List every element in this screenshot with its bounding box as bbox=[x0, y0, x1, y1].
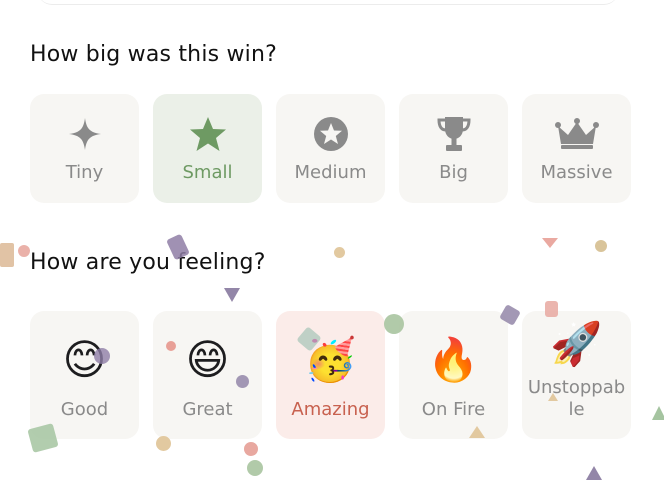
confetti-piece bbox=[244, 442, 258, 456]
feeling-option-unstoppable[interactable]: 🚀 Unstoppable bbox=[522, 311, 631, 439]
star-icon bbox=[189, 114, 227, 154]
feeling-option-good[interactable]: 😊 Good bbox=[30, 311, 139, 439]
trophy-icon bbox=[436, 114, 472, 154]
confetti-piece bbox=[384, 314, 404, 334]
confetti-piece bbox=[652, 406, 664, 420]
feeling-option-on-fire[interactable]: 🔥 On Fire bbox=[399, 311, 508, 439]
confetti-piece bbox=[166, 341, 176, 351]
confetti-piece bbox=[469, 426, 485, 438]
feeling-option-amazing[interactable]: 🥳 Amazing bbox=[276, 311, 385, 439]
confetti-piece bbox=[247, 460, 263, 476]
win-size-options: Tiny Small Medium Big Massive bbox=[30, 94, 631, 203]
fire-icon: 🔥 bbox=[427, 335, 480, 384]
size-option-label: Small bbox=[182, 162, 233, 183]
size-option-massive[interactable]: Massive bbox=[522, 94, 631, 203]
rocket-icon: 🚀 bbox=[550, 319, 603, 368]
star-badge-icon bbox=[313, 114, 349, 154]
size-option-label: Tiny bbox=[65, 162, 104, 183]
size-option-label: Big bbox=[439, 162, 468, 183]
size-option-label: Medium bbox=[294, 162, 367, 183]
confetti-piece bbox=[595, 240, 607, 252]
win-size-heading: How big was this win? bbox=[30, 42, 278, 67]
confetti-piece bbox=[94, 348, 110, 364]
sparkle-icon bbox=[68, 114, 102, 154]
feeling-option-label: On Fire bbox=[421, 399, 486, 420]
confetti-piece bbox=[586, 466, 602, 480]
feeling-option-label: Unstoppable bbox=[527, 377, 626, 420]
feeling-options: 😊 Good 😄 Great 🥳 Amazing 🔥 On Fire 🚀 Uns… bbox=[30, 311, 631, 439]
feeling-heading: How are you feeling? bbox=[30, 250, 266, 275]
confetti-piece bbox=[548, 393, 558, 401]
crown-icon bbox=[554, 114, 599, 154]
feeling-option-label: Amazing bbox=[291, 399, 370, 420]
previous-card-edge bbox=[38, 0, 618, 5]
size-option-big[interactable]: Big bbox=[399, 94, 508, 203]
size-option-label: Massive bbox=[540, 162, 613, 183]
confetti-piece bbox=[156, 436, 171, 451]
confetti-piece bbox=[18, 245, 30, 257]
feeling-option-label: Good bbox=[60, 399, 109, 420]
confetti-piece bbox=[545, 301, 558, 317]
feeling-option-label: Great bbox=[182, 399, 233, 420]
confetti-piece bbox=[0, 243, 14, 267]
size-option-medium[interactable]: Medium bbox=[276, 94, 385, 203]
confetti-piece bbox=[236, 375, 249, 388]
confetti-piece bbox=[542, 238, 558, 248]
confetti-piece bbox=[334, 247, 345, 258]
grinning-face-icon: 😄 bbox=[185, 335, 230, 384]
size-option-small[interactable]: Small bbox=[153, 94, 262, 203]
size-option-tiny[interactable]: Tiny bbox=[30, 94, 139, 203]
confetti-piece bbox=[224, 288, 240, 302]
